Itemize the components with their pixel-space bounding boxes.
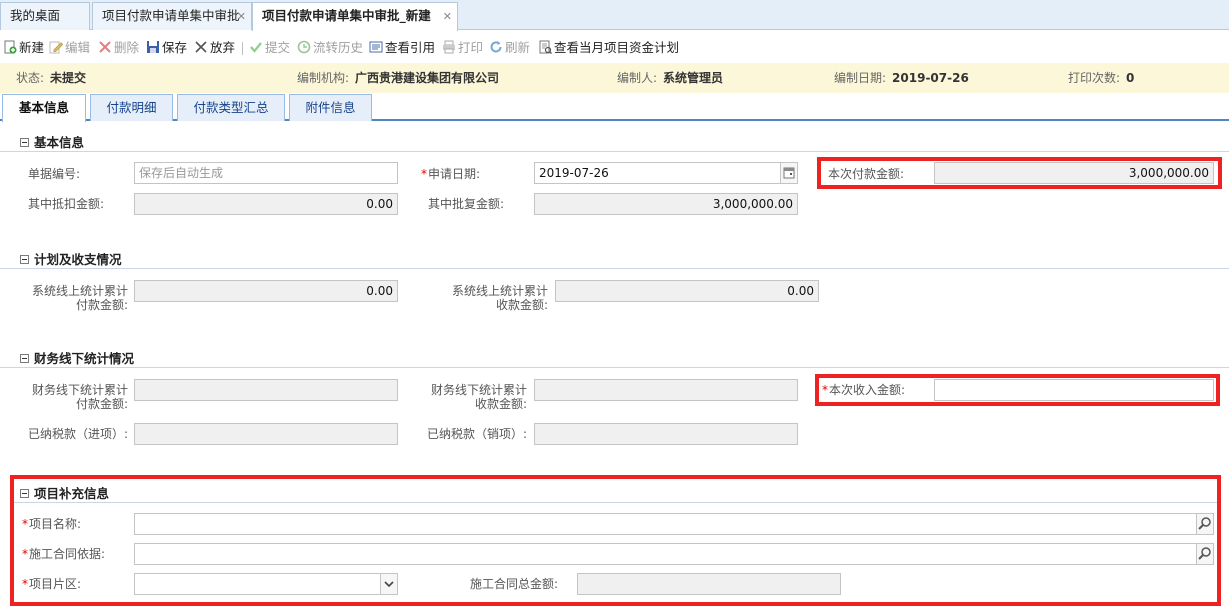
income-amount-label: *本次收入金额: [822,383,906,397]
tax-out-label: 已纳税款（销项）: [426,427,527,441]
project-area-select[interactable] [134,573,398,595]
tab-label: 项目付款申请单集中审批 [102,8,240,23]
history-icon [297,40,311,54]
print-icon [443,40,455,54]
contract-basis-label: *施工合同依据: [22,547,106,561]
search-icon[interactable] [1196,514,1213,534]
collapse-icon[interactable] [20,138,29,147]
tab-payment-batch-approval[interactable]: 项目付款申请单集中审批 ✕ [92,2,252,30]
save-icon [147,41,159,53]
discard-button[interactable]: 放弃 [194,38,235,58]
discard-icon [195,41,207,53]
doc-no-input[interactable]: 保存后自动生成 [134,162,398,184]
close-icon[interactable]: ✕ [237,4,246,30]
tax-out-input[interactable] [534,423,798,445]
status-field: 状态: 未提交 [16,71,87,85]
income-amount-input[interactable] [934,379,1214,401]
offline-pay-input[interactable] [134,379,398,401]
search-icon[interactable] [1196,544,1213,564]
create-date-field: 编制日期: 2019-07-26 [834,71,969,85]
tax-in-label: 已纳税款（进项）: [27,427,128,441]
save-button[interactable]: 保存 [146,38,187,58]
org-field: 编制机构: 广西贵港建设集团有限公司 [297,71,500,85]
print-button[interactable]: 打印 [442,38,483,58]
contract-basis-input[interactable] [134,543,1214,565]
chevron-down-icon[interactable] [380,574,397,594]
new-doc-icon [4,40,17,54]
refresh-icon [490,41,502,53]
toolbar-divider [242,42,243,55]
apply-date-input[interactable]: 2019-07-26 [534,162,798,184]
collapse-icon[interactable] [20,489,29,498]
edit-button[interactable]: 编辑 [49,38,90,58]
project-name-input[interactable] [134,513,1214,535]
offline-pay-label: 财务线下统计累计付款金额: [31,383,128,411]
refresh-button[interactable]: 刷新 [489,38,530,58]
reference-icon [369,41,383,53]
section-header-plan[interactable]: 计划及收支情况 [20,249,122,268]
delete-button[interactable]: 删除 [98,38,139,58]
print-count-value: 0 [1126,71,1135,85]
author-value: 系统管理员 [663,71,724,85]
tab-my-desktop[interactable]: 我的桌面 [0,2,90,30]
check-icon [250,42,262,53]
new-button[interactable]: 新建 [3,38,44,58]
tab-payment-batch-approval-new[interactable]: 项目付款申请单集中审批_新建 ✕ [252,2,458,31]
approved-amount-input[interactable]: 3,000,000.00 [534,193,798,215]
contract-total-label: 施工合同总金额: [470,577,559,591]
project-area-label: *项目片区: [22,577,82,591]
tab-payment-type-summary[interactable]: 付款类型汇总 [177,94,285,121]
document-status-bar: 状态: 未提交 编制机构: 广西贵港建设集团有限公司 编制人: 系统管理员 编制日期:… [0,63,1229,93]
org-value: 广西贵港建设集团有限公司 [355,71,500,85]
online-recv-label: 系统线上统计累计收款金额: [451,284,548,312]
edit-icon [49,41,63,54]
collapse-icon[interactable] [20,354,29,363]
offline-recv-input[interactable] [534,379,798,401]
delete-icon [99,41,111,53]
toolbar: 新建 编辑 删除 保存 放弃 提交 流转历史 查看引用 打印 刷新 查看当月项目… [0,37,1229,59]
section-header-project[interactable]: 项目补充信息 [20,483,109,502]
tab-attachments[interactable]: 附件信息 [289,94,372,121]
status-value: 未提交 [50,71,87,85]
deduct-amount-label: 其中抵扣金额: [28,197,105,211]
section-divider [0,367,1229,368]
submit-button[interactable]: 提交 [249,38,290,58]
section-divider [0,268,1229,269]
plan-doc-icon [539,40,552,54]
online-pay-label: 系统线上统计累计付款金额: [31,284,128,312]
online-pay-input[interactable]: 0.00 [134,280,398,302]
history-button[interactable]: 流转历史 [297,38,363,58]
deduct-amount-input[interactable]: 0.00 [134,193,398,215]
pay-amount-input[interactable]: 3,000,000.00 [934,162,1214,184]
doc-no-label: 单据编号: [28,167,81,181]
online-recv-input[interactable]: 0.00 [555,280,819,302]
tab-label: 我的桌面 [10,8,61,23]
monthly-fund-plan-button[interactable]: 查看当月项目资金计划 [538,38,679,58]
apply-date-label: *申请日期: [421,167,481,181]
section-divider [0,151,1229,152]
tax-in-input[interactable] [134,423,398,445]
tab-basic-info[interactable]: 基本信息 [2,94,86,122]
top-tab-bar: 我的桌面 项目付款申请单集中审批 ✕ 项目付款申请单集中审批_新建 ✕ [0,0,1229,31]
pay-amount-label: 本次付款金额: [828,167,905,181]
form-tab-bar: 基本信息 付款明细 付款类型汇总 附件信息 [0,93,1229,122]
collapse-icon[interactable] [20,255,29,264]
calendar-icon[interactable] [780,163,797,183]
author-field: 编制人: 系统管理员 [617,71,724,85]
project-name-label: *项目名称: [22,517,82,531]
section-divider [14,502,1217,503]
tab-payment-details[interactable]: 付款明细 [90,94,173,121]
close-icon[interactable]: ✕ [443,4,452,30]
approved-amount-label: 其中批复金额: [428,197,505,211]
print-count-field: 打印次数: 0 [1068,71,1135,85]
contract-total-input[interactable] [577,573,841,595]
section-header-finance[interactable]: 财务线下统计情况 [20,348,134,367]
view-reference-button[interactable]: 查看引用 [369,38,435,58]
offline-recv-label: 财务线下统计累计收款金额: [430,383,527,411]
section-header-basic[interactable]: 基本信息 [20,132,84,151]
tab-label: 项目付款申请单集中审批_新建 [262,8,431,23]
create-date-value: 2019-07-26 [892,71,969,85]
